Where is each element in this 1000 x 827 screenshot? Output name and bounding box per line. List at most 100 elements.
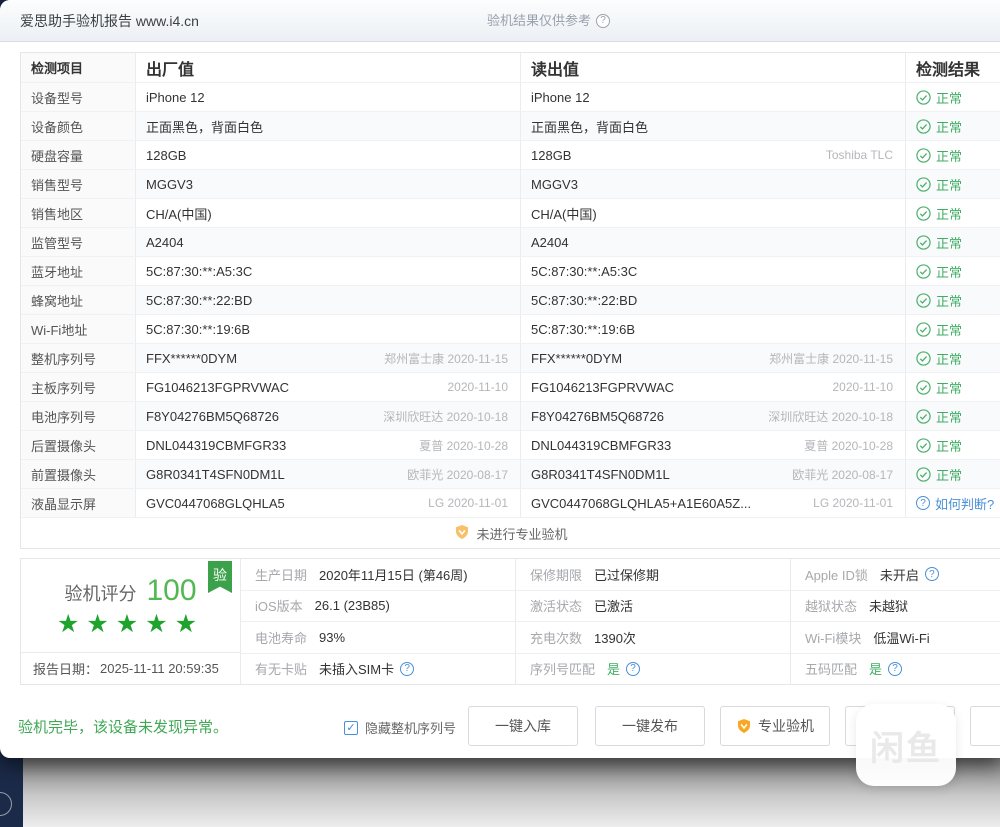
button-1[interactable]: 一键入库	[468, 706, 578, 746]
read-value: A2404	[521, 228, 906, 256]
read-value: 5C:87:30:**:22:BD	[521, 286, 906, 314]
value-note: 欧菲光 2020-08-17	[792, 466, 893, 483]
item-label: 硬盘容量	[21, 141, 136, 169]
question-icon[interactable]: ?	[888, 662, 902, 676]
summary-item-value: 已激活	[594, 596, 633, 615]
result-cell: 正常	[906, 431, 1000, 459]
factory-value: FG1046213FGPRVWAC2020-11-10	[136, 373, 521, 401]
checkbox-icon[interactable]: ✓	[344, 721, 358, 735]
result-text: 正常	[936, 465, 962, 484]
summary-item-label: 越狱状态	[805, 596, 857, 615]
summary-item-label: 电池寿命	[255, 628, 307, 647]
table-row: 监管型号A2404A2404正常	[21, 228, 1000, 257]
value-note: 郑州富士康 2020-11-15	[384, 350, 508, 367]
factory-value: 5C:87:30:**:19:6B	[136, 315, 521, 343]
result-cell: 正常	[906, 112, 1000, 140]
result-text: 正常	[936, 436, 962, 455]
table-row: 整机序列号FFX******0DYM郑州富士康 2020-11-15FFX***…	[21, 344, 1000, 373]
check-circle-icon	[916, 438, 931, 453]
summary-item-label: iOS版本	[255, 596, 303, 615]
button-label: 一键发布	[622, 716, 678, 736]
result-text: 正常	[936, 175, 962, 194]
result-text: 正常	[936, 291, 962, 310]
button-3[interactable]: 专业验机	[720, 706, 830, 746]
button-5-obscured[interactable]	[970, 706, 1000, 746]
report-panel: 爱思助手验机报告 www.i4.cn 验机结果仅供参考 ? 检测项目出厂值读出值…	[0, 0, 1000, 758]
value-note: 2020-11-10	[833, 380, 894, 394]
summary-item: 充电次数 1390次	[516, 622, 790, 654]
value-note: 深圳欣旺达 2020-10-18	[768, 408, 893, 425]
result-cell: 正常	[906, 373, 1000, 401]
item-label: 后置摄像头	[21, 431, 136, 459]
action-bar: 验机完毕，该设备未发现异常。 ✓ 隐藏整机序列号 一键入库一键发布专业验机	[0, 700, 1000, 755]
check-circle-icon	[916, 235, 931, 250]
check-circle-icon	[916, 409, 931, 424]
summary-column: Apple ID锁未开启?越狱状态未越狱Wi-Fi模块低温Wi-Fi五码匹配是?	[791, 559, 1000, 684]
result-cell: 正常	[906, 199, 1000, 227]
report-title: 爱思助手验机报告 www.i4.cn	[20, 0, 199, 42]
value-note: 欧菲光 2020-08-17	[407, 466, 508, 483]
how-to-judge-link[interactable]: 如何判断?	[935, 494, 994, 513]
read-value: G8R0341T4SFN0DM1L欧菲光 2020-08-17	[521, 460, 906, 488]
read-value: F8Y04276BM5Q68726深圳欣旺达 2020-10-18	[521, 402, 906, 430]
item-label: 蜂窝地址	[21, 286, 136, 314]
item-label: 前置摄像头	[21, 460, 136, 488]
question-icon[interactable]: ?	[626, 662, 640, 676]
result-cell: 正常	[906, 141, 1000, 169]
app-background: 爱思助手验机报告 www.i4.cn 验机结果仅供参考 ? 检测项目出厂值读出值…	[0, 0, 1000, 827]
result-cell: 正常	[906, 83, 1000, 111]
report-date-row: 报告日期： 2025-11-11 20:59:35	[21, 652, 240, 684]
check-circle-icon	[916, 264, 931, 279]
result-text: 正常	[936, 233, 962, 252]
summary-item-value: 未插入SIM卡?	[319, 659, 414, 678]
shield-icon	[736, 718, 752, 734]
factory-value: 5C:87:30:**:22:BD	[136, 286, 521, 314]
check-circle-icon	[916, 322, 931, 337]
summary-item-label: 五码匹配	[805, 659, 857, 678]
button-2[interactable]: 一键发布	[595, 706, 705, 746]
result-text: 正常	[936, 88, 962, 107]
read-value: 正面黑色，背面白色	[521, 112, 906, 140]
check-circle-icon	[916, 467, 931, 482]
hide-serial-checkbox[interactable]: ✓ 隐藏整机序列号	[344, 718, 456, 737]
button-label: 专业验机	[758, 716, 814, 736]
read-value: 128GBToshiba TLC	[521, 141, 906, 169]
table-row: 电池序列号F8Y04276BM5Q68726深圳欣旺达 2020-10-18F8…	[21, 402, 1000, 431]
table-row: 蓝牙地址5C:87:30:**:A5:3C5C:87:30:**:A5:3C正常	[21, 257, 1000, 286]
value-note: Toshiba TLC	[826, 148, 893, 162]
result-cell: 正常	[906, 257, 1000, 285]
value-note: LG 2020-11-01	[813, 496, 893, 510]
summary-column: 生产日期2020年11月15日 (第46周)iOS版本26.1 (23B85)电…	[241, 559, 516, 684]
factory-value: G8R0341T4SFN0DM1L欧菲光 2020-08-17	[136, 460, 521, 488]
question-icon[interactable]: ?	[925, 567, 939, 581]
table-row: 主板序列号FG1046213FGPRVWAC2020-11-10FG104621…	[21, 373, 1000, 402]
summary-item: 序列号匹配是?	[516, 654, 790, 685]
table-footer-note: 未进行专业验机	[21, 518, 1000, 548]
question-icon[interactable]: ?	[916, 496, 930, 510]
item-label: 销售地区	[21, 199, 136, 227]
result-text: 正常	[936, 117, 962, 136]
question-icon[interactable]: ?	[400, 662, 414, 676]
factory-value: GVC0447068GLQHLA5LG 2020-11-01	[136, 489, 521, 517]
summary-item: 越狱状态未越狱	[791, 591, 1000, 623]
table-row: 设备型号iPhone 12iPhone 12正常	[21, 83, 1000, 112]
value-note: 2020-11-10	[448, 380, 509, 394]
summary-item: 激活状态已激活	[516, 591, 790, 623]
summary-item: 五码匹配是?	[791, 654, 1000, 685]
item-label: 整机序列号	[21, 344, 136, 372]
summary-item-value: 未开启?	[880, 565, 939, 584]
summary-item-value: 已过保修期	[594, 565, 659, 584]
summary-box: 验 验机评分 100 ★★★★★ 报告日期： 2025-11-11 20:59:…	[20, 558, 1000, 685]
result-cell: ? 如何判断?	[906, 489, 1000, 517]
table-row: Wi-Fi地址5C:87:30:**:19:6B5C:87:30:**:19:6…	[21, 315, 1000, 344]
item-label: 设备颜色	[21, 112, 136, 140]
value-note: 夏普 2020-10-28	[804, 437, 893, 454]
summary-item-label: Wi-Fi模块	[805, 628, 861, 647]
summary-item-value: 1390次	[594, 628, 636, 647]
score-label: 验机评分	[64, 580, 136, 606]
item-label: 电池序列号	[21, 402, 136, 430]
notice: 验机结果仅供参考 ?	[487, 0, 610, 42]
help-icon[interactable]: ?	[596, 14, 610, 28]
summary-item-label: 充电次数	[530, 628, 582, 647]
read-value: GVC0447068GLQHLA5+A1E60A5Z...LG 2020-11-…	[521, 489, 906, 517]
